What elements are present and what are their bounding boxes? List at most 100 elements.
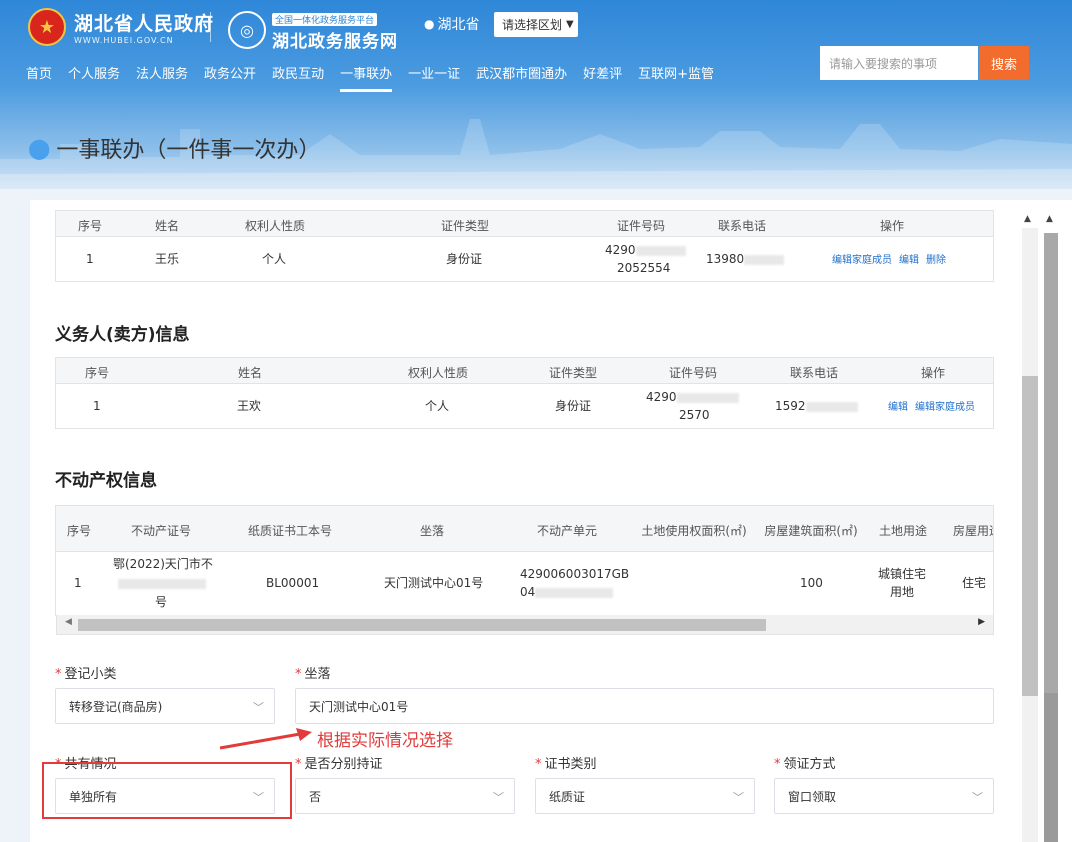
national-emblem-icon: ★ — [28, 8, 66, 46]
col-land-area: 土地使用权面积(㎡) — [641, 524, 747, 538]
nav-item-legal[interactable]: 法人服务 — [128, 60, 196, 92]
nav-item-supervision[interactable]: 互联网+监管 — [630, 60, 722, 92]
row-phone: 1592 — [775, 398, 858, 415]
table-header: 序号 姓名 权利人性质 证件类型 证件号码 联系电话 操作 — [56, 211, 993, 237]
edit-link[interactable]: 编辑 — [888, 402, 908, 413]
col-id-no: 证件号码 — [616, 219, 666, 233]
gov-url: WWW.HUBEI.GOV.CN — [74, 36, 174, 45]
nav-item-rating[interactable]: 好差评 — [575, 60, 630, 92]
col-unit: 不动产单元 — [536, 524, 598, 538]
page-vertical-scrollbar[interactable]: ▲ ▲ — [1016, 200, 1072, 842]
location-pin-icon: ● — [424, 17, 435, 31]
col-actions: 操作 — [920, 366, 946, 380]
col-name: 姓名 — [154, 219, 180, 233]
main-panel: 序号 姓名 权利人性质 证件类型 证件号码 联系电话 操作 1 王乐 个人 身份… — [30, 200, 1016, 842]
nav-item-interaction[interactable]: 政民互动 — [264, 60, 332, 92]
search-placeholder: 请输入要搜索的事项 — [829, 56, 938, 71]
col-name: 姓名 — [237, 366, 263, 380]
row-id-no-1: 4290 — [646, 389, 739, 406]
nav-item-wuhan[interactable]: 武汉都市圈通办 — [468, 60, 575, 92]
obligor-section-title: 义务人(卖方)信息 — [55, 325, 190, 345]
location-input[interactable]: 天门测试中心01号 — [295, 688, 994, 724]
table-header: 序号 不动产证号 纸质证书工本号 坐落 不动产单元 土地使用权面积(㎡) 房屋建… — [56, 506, 993, 552]
nav-item-home[interactable]: 首页 — [18, 60, 60, 92]
region-select-label: 请选择区划 — [502, 18, 563, 32]
pickup-value: 窗口领取 — [788, 789, 837, 804]
delete-link[interactable]: 删除 — [926, 255, 946, 266]
outer-scroll-track[interactable] — [1044, 693, 1058, 842]
col-index: 序号 — [66, 524, 92, 538]
table-horizontal-scrollbar[interactable]: ◀ ▶ — [56, 615, 994, 635]
nav-item-gov-open[interactable]: 政务公开 — [196, 60, 264, 92]
platform-emblem-icon: ◎ — [228, 11, 266, 49]
row-id-no-1: 4290 — [605, 242, 686, 259]
region-name: 湖北省 — [437, 17, 480, 33]
site-header: ★ 湖北省人民政府 WWW.HUBEI.GOV.CN ◎ 全国一体化政务服务平台… — [0, 0, 1072, 189]
scroll-thumb[interactable] — [78, 619, 766, 631]
search-button[interactable]: 搜索 — [979, 46, 1029, 80]
nav-item-one-thing[interactable]: 一事联办 — [332, 60, 400, 92]
col-cert-no: 不动产证号 — [130, 524, 192, 538]
row-actions: 编辑家庭成员 编辑 删除 — [832, 251, 953, 269]
nav-item-one-cert[interactable]: 一业一证 — [400, 60, 468, 92]
row-index: 1 — [74, 576, 82, 590]
row-land-use-1: 城镇住宅 — [878, 567, 927, 581]
region-select[interactable]: 请选择区划 ▼ — [494, 12, 578, 37]
edit-link[interactable]: 编辑 — [899, 255, 919, 266]
row-actions: 编辑 编辑家庭成员 — [888, 398, 982, 416]
platform-tag: 全国一体化政务服务平台 — [272, 13, 378, 26]
cert-type-label: * 证书类别 — [535, 757, 597, 772]
location-value: 天门测试中心01号 — [309, 699, 409, 714]
col-index: 序号 — [77, 219, 103, 233]
scroll-up-icon[interactable]: ▲ — [1046, 214, 1053, 224]
scroll-thumb[interactable] — [1022, 376, 1038, 696]
row-cert-no-1: 鄂(2022)天门市不 — [113, 557, 213, 571]
main-nav: 首页 个人服务 法人服务 政务公开 政民互动 一事联办 一业一证 武汉都市圈通办… — [18, 60, 722, 92]
reg-subtype-label: * 登记小类 — [55, 667, 117, 682]
property-section-title: 不动产权信息 — [55, 471, 157, 491]
row-land-use-2: 用地 — [890, 585, 915, 599]
edit-family-link[interactable]: 编辑家庭成员 — [915, 402, 975, 413]
obligor-table: 序号 姓名 权利人性质 证件类型 证件号码 联系电话 操作 1 王欢 个人 身份… — [55, 357, 994, 429]
scroll-up-icon[interactable]: ▲ — [1024, 214, 1031, 224]
reg-subtype-select[interactable]: 转移登记(商品房) ﹀ — [55, 688, 275, 724]
row-paper-no: BL00001 — [266, 576, 320, 590]
location-pin-icon: ⬤ — [28, 136, 51, 160]
col-house-use: 房屋用途 — [952, 524, 993, 538]
separate-cert-select[interactable]: 否 ﹀ — [295, 778, 515, 814]
row-name: 王欢 — [237, 399, 262, 413]
row-cert-no-blur — [118, 575, 206, 592]
pickup-select[interactable]: 窗口领取 ﹀ — [774, 778, 994, 814]
row-unit-1: 429006003017GB — [520, 567, 630, 581]
col-actions: 操作 — [879, 219, 905, 233]
row-cert-no-2: 号 — [155, 595, 168, 609]
annotation-text: 根据实际情况选择 — [317, 731, 453, 751]
separate-cert-label: * 是否分别持证 — [295, 757, 383, 772]
row-building-area: 100 — [800, 576, 823, 590]
hubei-gov-logo[interactable]: ★ 湖北省人民政府 WWW.HUBEI.GOV.CN — [28, 8, 214, 46]
reg-subtype-value: 转移登记(商品房) — [69, 699, 163, 714]
row-nature: 个人 — [425, 399, 450, 413]
highlight-box — [42, 762, 292, 819]
cert-type-select[interactable]: 纸质证 ﹀ — [535, 778, 755, 814]
chevron-down-icon: ﹀ — [253, 701, 264, 714]
logo-divider — [210, 12, 211, 42]
chevron-down-icon: ﹀ — [972, 791, 983, 804]
edit-family-link[interactable]: 编辑家庭成员 — [832, 255, 892, 266]
row-nature: 个人 — [262, 252, 287, 266]
scroll-right-icon[interactable]: ▶ — [978, 617, 985, 627]
row-location: 天门测试中心01号 — [384, 576, 484, 590]
col-nature: 权利人性质 — [244, 219, 306, 233]
nav-item-personal[interactable]: 个人服务 — [60, 60, 128, 92]
property-table: 序号 不动产证号 纸质证书工本号 坐落 不动产单元 土地使用权面积(㎡) 房屋建… — [55, 505, 994, 616]
pickup-label: * 领证方式 — [774, 757, 836, 772]
page-title: ⬤ 一事联办（一件事一次办） — [28, 132, 320, 164]
search-input[interactable]: 请输入要搜索的事项 — [820, 46, 978, 80]
row-unit-2: 04 — [520, 584, 614, 601]
row-id-no-2: 2570 — [679, 408, 710, 422]
platform-logo[interactable]: ◎ 全国一体化政务服务平台 湖北政务服务网 — [228, 8, 398, 52]
scroll-left-icon[interactable]: ◀ — [65, 617, 72, 627]
col-phone: 联系电话 — [789, 366, 839, 380]
annotation-arrow-icon — [219, 728, 312, 750]
outer-scroll-thumb[interactable] — [1044, 233, 1058, 693]
